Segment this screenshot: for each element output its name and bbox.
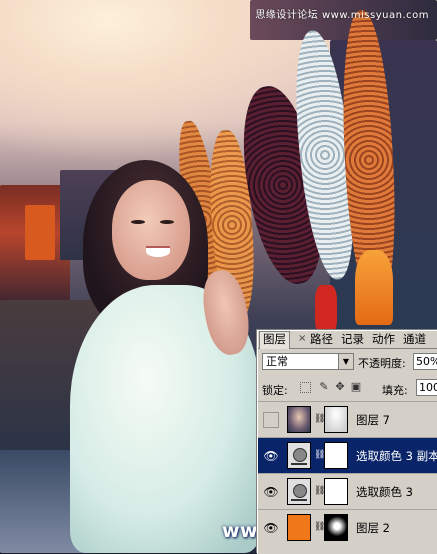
tassel-red [315, 285, 337, 335]
layers-panel: 图层 × 路径 记录 动作 通道 正常 ▼ 不透明度: 50% 锁定: ✎ ✥ … [257, 330, 437, 554]
eye-icon[interactable]: 👁 [263, 520, 279, 536]
eye-right [160, 220, 174, 224]
tassel-orange [355, 250, 393, 325]
link-icon: ⛓ [314, 522, 326, 532]
eye-icon[interactable]: 👁 [263, 448, 279, 464]
smile [146, 246, 170, 257]
layer-row[interactable]: ⛓ 图层 7 [258, 401, 437, 437]
watermark-top: 思缘设计论坛 www.missyuan.com [255, 10, 429, 21]
panel-tab-strip: 图层 × 路径 记录 动作 通道 [258, 331, 437, 349]
link-icon: ⛓ [314, 414, 326, 424]
tab-paths[interactable]: 路径 [307, 332, 336, 347]
visibility-toggle[interactable] [263, 412, 279, 428]
link-icon: ⛓ [314, 450, 326, 460]
face [112, 180, 190, 280]
adjustment-thumbnail [287, 478, 311, 505]
adjustment-circle-icon [293, 484, 307, 498]
adjustment-bar-icon [291, 463, 307, 465]
tab-channels[interactable]: 通道 [400, 332, 429, 347]
layer-mask-thumbnail [324, 442, 348, 469]
lock-transparency-icon[interactable] [300, 382, 311, 393]
layer-mask-thumbnail [324, 406, 348, 433]
layer-row[interactable]: 👁 ⛓ 图层 2 [258, 509, 437, 545]
fill-label: 填充: [382, 384, 408, 397]
layer-mask-thumbnail [324, 514, 348, 541]
lock-move-icon[interactable]: ✥ [334, 381, 346, 393]
blend-mode-select[interactable]: 正常 ▼ [262, 353, 354, 370]
fill-input[interactable]: 100% [416, 379, 437, 396]
lock-label: 锁定: [262, 384, 288, 397]
brush-icon [281, 442, 285, 470]
tab-actions[interactable]: 动作 [369, 332, 398, 347]
layer-thumbnail [287, 514, 311, 541]
layer-name: 选取颜色 3 [356, 485, 413, 499]
link-icon: ⛓ [314, 486, 326, 496]
layer-name: 选取颜色 3 副本 [356, 449, 437, 463]
adjustment-bar-icon [291, 499, 307, 501]
eye-left [131, 220, 145, 224]
opacity-label: 不透明度: [358, 357, 406, 370]
layer-row-selected[interactable]: 👁 ⛓ 选取颜色 3 副本 [258, 437, 437, 473]
lock-brush-icon[interactable]: ✎ [318, 381, 330, 393]
layer-thumbnail [287, 406, 311, 433]
blend-mode-value: 正常 [266, 355, 288, 368]
eye-icon[interactable]: 👁 [263, 484, 279, 500]
layer-mask-thumbnail [324, 478, 348, 505]
layer-name: 图层 2 [356, 521, 390, 535]
adjustment-thumbnail [287, 442, 311, 469]
stall-orange-block [25, 205, 55, 260]
adjustment-circle-icon [293, 448, 307, 462]
lock-all-icon[interactable]: ▣ [350, 381, 362, 393]
tab-layers[interactable]: 图层 [259, 331, 290, 349]
layer-row[interactable]: 👁 ⛓ 选取颜色 3 [258, 473, 437, 509]
opacity-input[interactable]: 50% [413, 353, 437, 370]
layer-name: 图层 7 [356, 413, 390, 427]
tab-history[interactable]: 记录 [338, 332, 367, 347]
close-icon[interactable]: × [298, 333, 306, 344]
chevron-down-icon: ▼ [338, 354, 353, 369]
